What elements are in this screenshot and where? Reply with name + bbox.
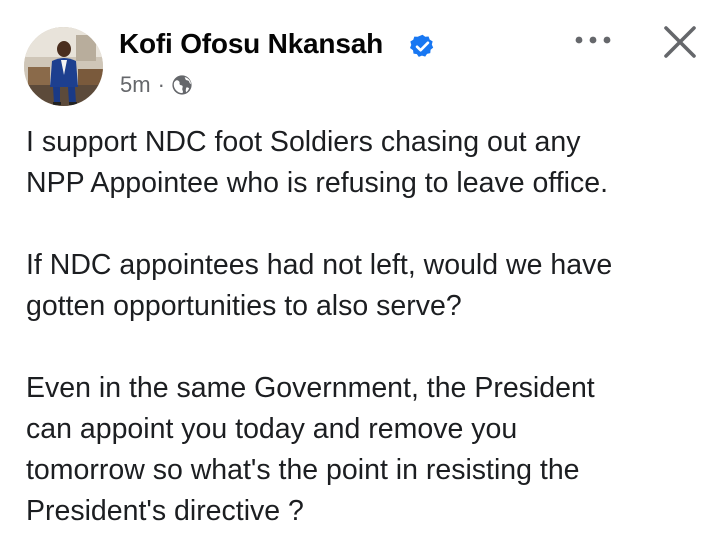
avatar[interactable] — [24, 27, 103, 106]
post-meta: 5m · — [120, 72, 193, 98]
close-button[interactable] — [656, 18, 704, 66]
avatar-photo — [24, 27, 103, 106]
post-text-line: tomorrow so what's the point in resistin… — [26, 454, 580, 486]
post-paragraph: I support NDC foot Soldiers chasing out … — [26, 122, 706, 204]
post-text-line: Even in the same Government, the Preside… — [26, 372, 595, 404]
post-paragraph: If NDC appointees had not left, would we… — [26, 245, 706, 327]
post-text-line: NPP Appointee who is refusing to leave o… — [26, 167, 608, 199]
close-icon — [664, 26, 696, 58]
post-text-line: I support NDC foot Soldiers chasing out … — [26, 126, 581, 158]
post-header: Kofi Ofosu Nkansah 5m · — [0, 0, 720, 110]
post-text: I support NDC foot Soldiers chasing out … — [26, 122, 706, 532]
globe-icon[interactable] — [171, 74, 193, 96]
post-timestamp[interactable]: 5m — [120, 72, 151, 98]
more-options-button[interactable] — [568, 25, 618, 55]
author-name[interactable]: Kofi Ofosu Nkansah — [119, 28, 383, 60]
post-text-line: President's directive ? — [26, 495, 304, 527]
post-text-line: gotten opportunities to also serve? — [26, 290, 462, 322]
verified-badge-icon — [409, 33, 436, 60]
post-text-line: can appoint you today and remove you — [26, 413, 518, 445]
post-paragraph: Even in the same Government, the Preside… — [26, 368, 706, 532]
post-text-line: If NDC appointees had not left, would we… — [26, 249, 613, 281]
more-horizontal-icon — [575, 36, 611, 44]
meta-separator: · — [157, 72, 165, 97]
